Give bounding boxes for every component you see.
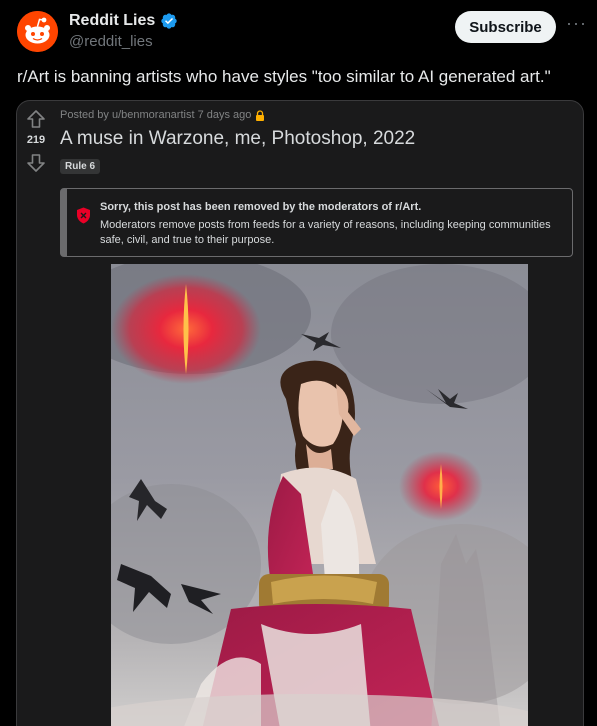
flair-badge: Rule 6 <box>60 159 101 174</box>
name-row: Reddit Lies <box>69 12 178 30</box>
verified-badge-icon <box>161 13 177 29</box>
post-image[interactable] <box>111 264 528 726</box>
handle[interactable]: @reddit_lies <box>69 33 153 50</box>
more-options-icon[interactable]: ··· <box>566 14 586 36</box>
downvote-arrow-icon[interactable] <box>26 153 46 173</box>
tweet-text: r/Art is banning artists who have styles… <box>17 67 551 86</box>
removed-notice: Sorry, this post has been removed by the… <box>60 188 573 257</box>
tweet-header: Reddit Lies @reddit_lies Subscribe ··· <box>0 0 597 62</box>
post-title[interactable]: A muse in Warzone, me, Photoshop, 2022 <box>60 128 415 150</box>
upvote-arrow-icon[interactable] <box>26 109 46 129</box>
removed-title: Sorry, this post has been removed by the… <box>100 201 422 213</box>
posted-by-row: Posted by u/benmoranartist 7 days ago <box>60 109 265 121</box>
reddit-logo-icon[interactable] <box>17 11 58 52</box>
subscribe-button[interactable]: Subscribe <box>455 11 556 43</box>
vote-score: 219 <box>26 134 46 146</box>
posted-by[interactable]: Posted by u/benmoranartist 7 days ago <box>60 109 251 121</box>
lock-icon <box>256 109 265 121</box>
removed-shield-icon <box>77 207 90 224</box>
reddit-post-card[interactable]: 219 Posted by u/benmoranartist 7 days ag… <box>16 100 584 726</box>
removed-body: Moderators remove posts from feeds for a… <box>100 219 551 246</box>
display-name[interactable]: Reddit Lies <box>69 12 155 30</box>
